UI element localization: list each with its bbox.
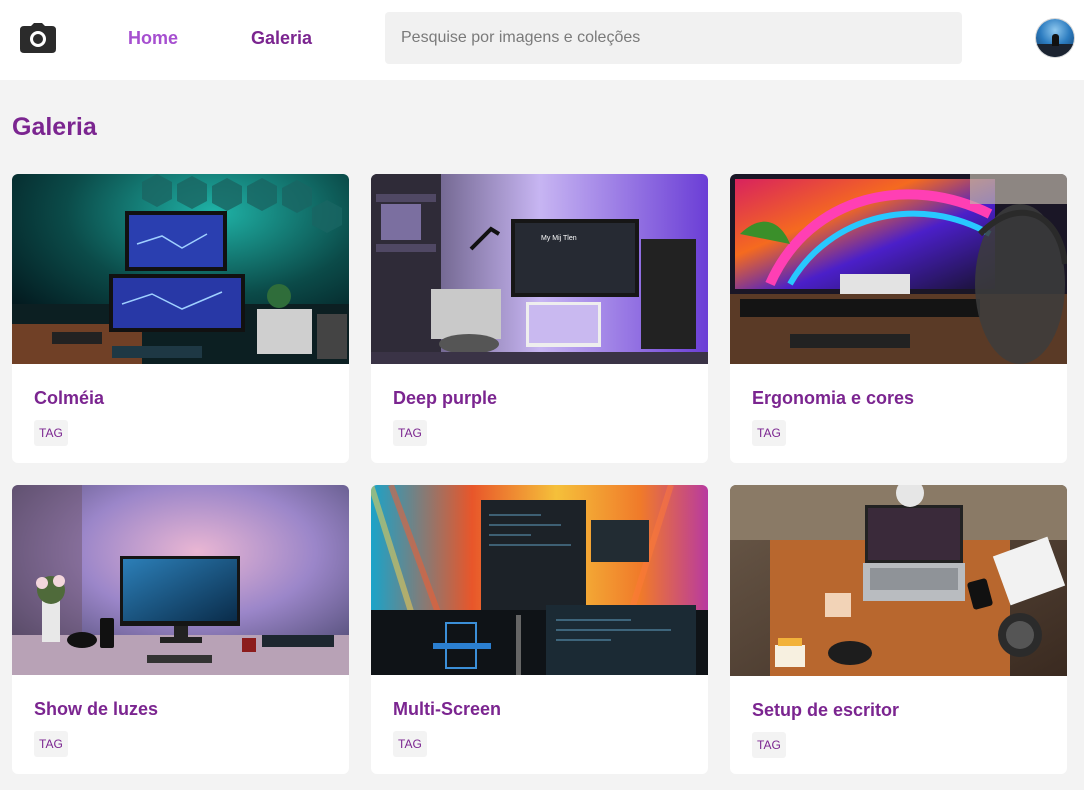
card-tag[interactable]: TAG xyxy=(34,420,68,446)
nav-home-link[interactable]: Home xyxy=(128,28,178,49)
card-tag[interactable]: TAG xyxy=(752,420,786,446)
card-tag[interactable]: TAG xyxy=(752,732,786,758)
user-avatar[interactable] xyxy=(1036,19,1074,57)
gallery-card-ergonomia-e-cores[interactable]: Ergonomia e cores TAG xyxy=(730,174,1067,463)
search-input[interactable] xyxy=(385,12,962,64)
gallery-card-multi-screen[interactable]: Multi-Screen TAG xyxy=(371,485,708,774)
gallery-card-colmeia[interactable]: Colméia TAG xyxy=(12,174,349,463)
card-title: Setup de escritor xyxy=(752,700,900,720)
card-image xyxy=(12,174,349,364)
card-title: Show de luzes xyxy=(34,699,159,719)
card-image xyxy=(730,174,1067,364)
gallery-card-setup-de-escritor[interactable]: Setup de escritor TAG xyxy=(730,485,1067,774)
card-image xyxy=(12,485,349,675)
page-title: Galeria xyxy=(12,113,97,141)
card-title: Multi-Screen xyxy=(393,699,502,719)
card-tag[interactable]: TAG xyxy=(393,420,427,446)
card-title: Deep purple xyxy=(393,388,498,408)
card-tag[interactable]: TAG xyxy=(393,731,427,757)
card-image xyxy=(371,485,708,675)
gallery-card-show-de-luzes[interactable]: Show de luzes TAG xyxy=(12,485,349,774)
card-title: Ergonomia e cores xyxy=(752,388,915,408)
gallery-card-deep-purple[interactable]: My Mij Tlen Deep purple TAG xyxy=(371,174,708,463)
card-image: My Mij Tlen xyxy=(371,174,708,364)
top-header: Home Galeria xyxy=(0,0,1084,80)
camera-icon[interactable] xyxy=(20,23,56,53)
svg-text:My Mij Tlen: My Mij Tlen xyxy=(541,235,577,242)
card-title: Colméia xyxy=(34,388,105,408)
nav-gallery-link[interactable]: Galeria xyxy=(251,28,312,49)
card-tag[interactable]: TAG xyxy=(34,731,68,757)
card-image xyxy=(730,485,1067,676)
avatar-person-icon xyxy=(1052,34,1059,46)
